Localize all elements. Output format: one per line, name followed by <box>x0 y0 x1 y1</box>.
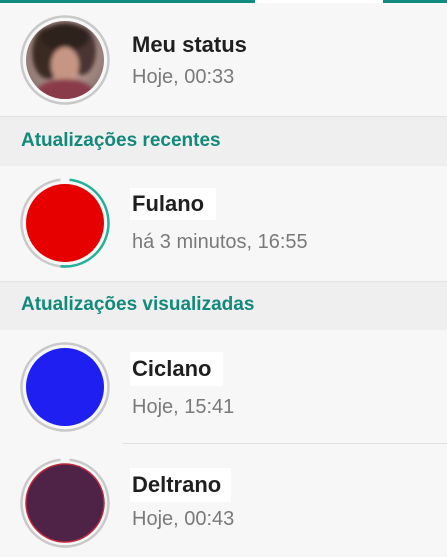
status-item-fulano[interactable]: Fulano há 3 minutos, 16:55 <box>0 166 447 281</box>
contact-name: Deltrano <box>130 468 232 502</box>
contact-avatar[interactable] <box>20 178 110 268</box>
status-screen: Meu status Hoje, 00:33 Atualizações rece… <box>0 0 447 557</box>
section-header-recent: Atualizações recentes <box>0 116 447 166</box>
contact-name: Ciclano <box>130 352 224 386</box>
status-time: há 3 minutos, 16:55 <box>132 231 308 253</box>
status-time: Hoje, 15:41 <box>132 396 235 418</box>
contact-avatar[interactable] <box>20 458 110 548</box>
contact-name: Fulano <box>130 188 217 220</box>
status-item-ciclano[interactable]: Ciclano Hoje, 15:41 <box>0 330 447 444</box>
status-time: Hoje, 00:43 <box>132 508 235 530</box>
my-status-row[interactable]: Meu status Hoje, 00:33 <box>0 3 447 116</box>
section-header-viewed: Atualizações visualizadas <box>0 281 447 330</box>
my-status-title: Meu status <box>132 32 247 57</box>
my-status-avatar[interactable] <box>20 15 110 105</box>
my-status-time: Hoje, 00:33 <box>132 66 235 88</box>
contact-avatar[interactable] <box>20 342 110 432</box>
status-item-deltrano[interactable]: Deltrano Hoje, 00:43 <box>0 444 447 557</box>
